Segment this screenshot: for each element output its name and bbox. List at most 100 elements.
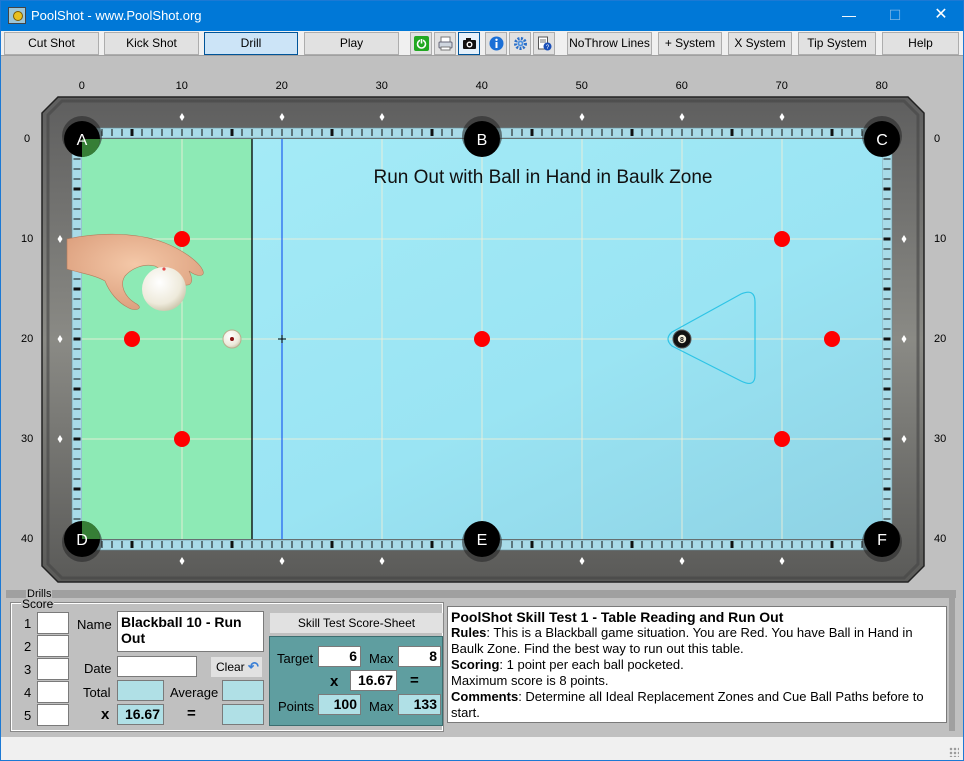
cushion-tick — [883, 228, 891, 230]
red-ball[interactable] — [824, 331, 840, 347]
red-ball[interactable] — [174, 431, 190, 447]
score-input-2[interactable] — [37, 635, 69, 657]
power-button[interactable] — [410, 32, 432, 55]
y-axis-tick-right: 10 — [934, 233, 947, 245]
screenshot-button[interactable] — [458, 32, 480, 55]
title-bar: PoolShot - www.PoolShot.org — ☐ ✕ — [0, 0, 964, 31]
cushion-tick — [73, 518, 81, 520]
clear-button[interactable]: Clear ↶ — [211, 657, 262, 677]
cushion-tick — [381, 541, 383, 548]
panel-scrollbar[interactable] — [949, 598, 955, 731]
cushion-tick — [261, 541, 263, 548]
multiply-sign: x — [101, 706, 110, 723]
cushion-tick — [883, 478, 891, 480]
cushion-tick — [451, 541, 453, 548]
name-field[interactable]: Blackball 10 - Run Out — [117, 611, 264, 652]
score-input-4[interactable] — [37, 681, 69, 703]
red-ball[interactable] — [774, 431, 790, 447]
red-ball[interactable] — [474, 331, 490, 347]
cushion-tick — [291, 129, 293, 136]
red-ball[interactable] — [774, 231, 790, 247]
red-ball[interactable] — [124, 331, 140, 347]
cushion-tick — [883, 287, 891, 291]
cushion-tick — [611, 129, 613, 136]
max-field[interactable]: 8 — [398, 646, 441, 667]
print-button[interactable] — [434, 32, 456, 55]
minimize-button[interactable]: — — [826, 0, 872, 31]
table-title: Run Out with Ball in Hand in Baulk Zone — [373, 167, 712, 188]
help-button[interactable]: Help — [882, 32, 959, 55]
cushion-tick — [111, 541, 113, 548]
cushion-tick — [883, 318, 891, 320]
cushion-tick — [741, 129, 743, 136]
cushion-tick — [883, 487, 891, 491]
score-input-1[interactable] — [37, 612, 69, 634]
cushion-tick — [621, 541, 623, 548]
red-ball[interactable] — [174, 231, 190, 247]
score-multiplier-field[interactable]: 16.67 — [117, 704, 164, 725]
cushion-tick — [73, 168, 81, 170]
cushion-tick — [73, 358, 81, 360]
average-field[interactable] — [222, 680, 264, 701]
info-button[interactable] — [485, 32, 507, 55]
cushion-tick — [321, 541, 323, 548]
kick-shot-button[interactable]: Kick Shot — [104, 32, 199, 55]
cushion-tick — [401, 129, 403, 136]
cushion-tick — [311, 129, 313, 136]
cushion-tick — [421, 129, 423, 136]
comments-text: Comments: Determine all Ideal Replacemen… — [451, 689, 943, 721]
target-field[interactable]: 6 — [318, 646, 361, 667]
x-axis-tick: 80 — [875, 80, 888, 92]
maximize-button[interactable]: ☐ — [872, 0, 918, 31]
cushion-tick — [391, 129, 393, 136]
cushion-tick — [73, 208, 81, 210]
cushion-tick — [883, 248, 891, 250]
drill-button[interactable]: Drill — [204, 32, 298, 55]
cushion-tick — [530, 541, 534, 548]
cushion-tick — [151, 129, 153, 136]
drill-description: PoolShot Skill Test 1 - Table Reading an… — [447, 606, 947, 723]
x-axis-tick: 0 — [78, 80, 85, 92]
cushion-tick — [441, 541, 443, 548]
pocket-label: F — [877, 532, 887, 549]
cushion-tick — [641, 129, 643, 136]
cushion-tick — [761, 129, 763, 136]
settings-button[interactable] — [509, 32, 531, 55]
points-max-field[interactable]: 133 — [398, 694, 441, 715]
no-throw-lines-button[interactable]: NoThrow Lines — [567, 32, 652, 55]
x-system-button[interactable]: X System — [728, 32, 792, 55]
cushion-tick — [211, 129, 213, 136]
cut-shot-button[interactable]: Cut Shot — [4, 32, 99, 55]
cushion-tick — [883, 308, 891, 310]
score-input-5[interactable] — [37, 704, 69, 726]
cushion-tick — [161, 129, 163, 136]
close-button[interactable]: ✕ — [918, 0, 964, 31]
plus-system-button[interactable]: + System — [658, 32, 722, 55]
cushion-tick — [791, 129, 793, 136]
black-ball[interactable]: 8 — [672, 329, 692, 349]
cushion-tick — [711, 541, 713, 548]
play-button[interactable]: Play — [304, 32, 399, 55]
cushion-tick — [271, 129, 273, 136]
score-input-3[interactable] — [37, 658, 69, 680]
max-score-text: Maximum score is 8 points. — [451, 673, 609, 688]
cue-ball[interactable] — [222, 329, 242, 349]
cushion-tick — [161, 541, 163, 548]
skill-test-score-sheet-button[interactable]: Skill Test Score-Sheet — [270, 613, 443, 633]
cushion-tick — [73, 378, 81, 380]
cushion-tick — [291, 541, 293, 548]
cushion-tick — [661, 129, 663, 136]
skill-multiplier-field[interactable]: 16.67 — [350, 670, 397, 691]
tip-system-button[interactable]: Tip System — [798, 32, 876, 55]
black-ball-number: 8 — [680, 337, 684, 344]
date-field[interactable] — [117, 656, 197, 677]
points-field[interactable]: 100 — [318, 694, 361, 715]
help-document-button[interactable]: ? — [533, 32, 555, 55]
pool-table[interactable]: A B C D E F 8 Run Out with Ball in Hand in Ba… — [1, 57, 963, 589]
total-field[interactable] — [117, 680, 164, 701]
score-result-field[interactable] — [222, 704, 264, 725]
cushion-tick — [681, 541, 683, 548]
cushion-tick — [73, 318, 81, 320]
resize-grip[interactable] — [949, 747, 959, 757]
cushion-tick — [73, 228, 81, 230]
